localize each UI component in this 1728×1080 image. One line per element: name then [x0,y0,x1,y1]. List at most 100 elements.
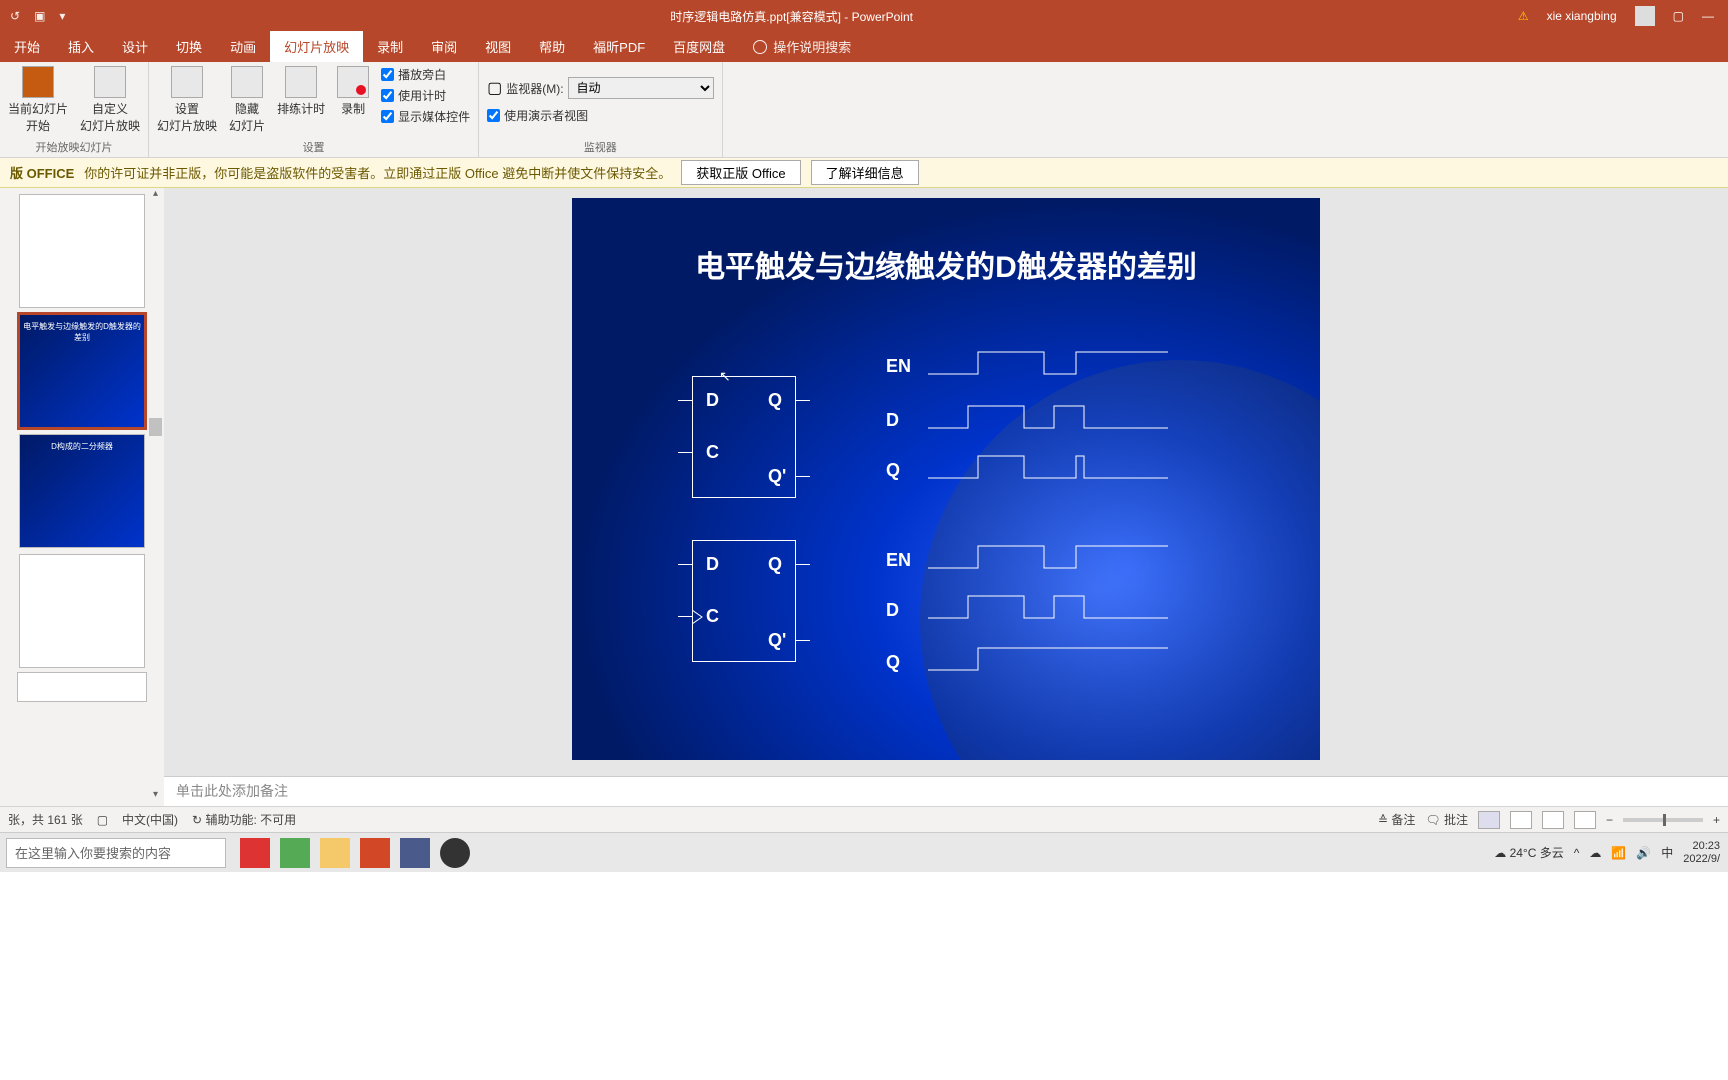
file-explorer-icon[interactable] [320,838,350,868]
thumbnail-slide-current[interactable] [19,314,145,428]
taskbar-app-icon[interactable] [240,838,270,868]
tab-insert[interactable]: 插入 [54,31,108,62]
taskbar-app-icon[interactable] [400,838,430,868]
license-warning-icon[interactable]: ⚠ [1518,9,1529,23]
wire [678,452,692,453]
volume-icon[interactable]: 🔊 [1636,846,1651,860]
ribbon-display-icon[interactable]: ▢ [1673,9,1684,23]
tab-baidu[interactable]: 百度网盘 [659,31,739,62]
custom-slideshow-button[interactable]: 自定义 幻灯片放映 [80,66,140,134]
play-narrations-checkbox[interactable]: 播放旁白 [381,66,470,83]
quick-access-toolbar: ↺ ▣ ▾ [0,9,65,23]
slide-editor: 电平触发与边缘触发的D触发器的差别 ↖ D C Q Q' D C Q Q' [164,188,1728,806]
wire [678,564,692,565]
wire [678,616,692,617]
thumbnail-slide-next3[interactable] [17,672,147,702]
wave-d-label: D [886,410,899,431]
pin-c-label: C [706,442,719,463]
zoom-slider[interactable] [1623,818,1703,822]
tell-me-search[interactable]: 操作说明搜索 [739,31,865,62]
thumbnail-slide-next2[interactable] [19,554,145,668]
tab-view[interactable]: 视图 [471,31,525,62]
tab-transition[interactable]: 切换 [162,31,216,62]
scroll-down-icon[interactable]: ▾ [147,789,164,806]
custom-slideshow-icon [94,66,126,98]
minimize-icon[interactable]: — [1702,9,1714,23]
use-timings-checkbox[interactable]: 使用计时 [381,87,470,104]
spellcheck-icon[interactable]: ▢ [97,813,108,827]
group-monitor-label: 监视器 [487,139,713,155]
clock[interactable]: 20:23 2022/9/ [1683,840,1720,864]
pin-qn-label: Q' [768,630,786,651]
monitor-icon: ▢ [487,78,502,98]
accessibility-status[interactable]: ↻ 辅助功能: 不可用 [192,811,296,828]
zoom-in-button[interactable]: + [1713,813,1720,827]
title-bar: ↺ ▣ ▾ 时序逻辑电路仿真.ppt[兼容模式] - PowerPoint ⚠ … [0,0,1728,32]
thumbnail-scrollbar[interactable]: ▴ ▾ [147,188,164,806]
ime-indicator[interactable]: 中 [1661,844,1673,861]
start-slideshow-icon[interactable]: ▣ [34,9,45,23]
tab-foxit[interactable]: 福昕PDF [579,31,659,62]
waveform-d1 [928,404,1168,435]
taskbar-app-icon[interactable] [440,838,470,868]
language-status[interactable]: 中文(中国) [122,811,178,828]
record-slideshow-button[interactable]: 录制 [337,66,369,117]
undo-icon[interactable]: ↺ [10,9,20,23]
hide-slide-button[interactable]: 隐藏 幻灯片 [229,66,265,134]
notes-toggle[interactable]: ≙ 备注 [1378,811,1415,828]
avatar[interactable] [1635,6,1655,26]
wave-d-label: D [886,600,899,621]
wave-q-label: Q [886,460,900,481]
qat-dropdown-icon[interactable]: ▾ [59,9,65,23]
powerpoint-icon[interactable] [360,838,390,868]
tab-help[interactable]: 帮助 [525,31,579,62]
show-media-controls-checkbox[interactable]: 显示媒体控件 [381,108,470,125]
tab-review[interactable]: 审阅 [417,31,471,62]
waveform-en2 [928,544,1168,575]
pin-c-label: C [706,606,719,627]
slide-sorter-button[interactable] [1510,811,1532,829]
taskbar-app-icon[interactable] [280,838,310,868]
pin-q-label: Q [768,554,782,575]
learn-more-button[interactable]: 了解详细信息 [811,160,919,185]
bulb-icon [753,40,767,54]
thumbnail-slide-next1[interactable] [19,434,145,548]
tab-record[interactable]: 录制 [363,31,417,62]
tab-design[interactable]: 设计 [108,31,162,62]
pin-d-label: D [706,554,719,575]
weather-widget[interactable]: ☁ 24°C 多云 [1494,844,1564,861]
slideshow-view-button[interactable] [1574,811,1596,829]
from-current-slide-button[interactable]: 当前幻灯片 开始 [8,66,68,134]
user-name[interactable]: xie xiangbing [1547,9,1617,23]
tab-animation[interactable]: 动画 [216,31,270,62]
onedrive-icon[interactable]: ☁ [1589,846,1601,860]
windows-search-input[interactable]: 在这里输入你要搜索的内容 [6,838,226,868]
normal-view-button[interactable] [1478,811,1500,829]
main-area: ▴ ▾ 电平触发与边缘触发的D触发器的差别 ↖ D C Q Q' [0,188,1728,806]
presenter-view-checkbox[interactable]: 使用演示者视图 [487,107,588,124]
get-genuine-button[interactable]: 获取正版 Office [681,160,800,185]
status-bar: 张，共 161 张 ▢ 中文(中国) ↻ 辅助功能: 不可用 ≙ 备注 🗨 批注… [0,806,1728,832]
comments-toggle[interactable]: 🗨 批注 [1425,811,1468,828]
slide-thumbnail-panel[interactable]: ▴ ▾ [0,188,164,806]
slide-title: 电平触发与边缘触发的D触发器的差别 [572,198,1320,286]
scroll-up-icon[interactable]: ▴ [147,188,164,205]
notes-pane[interactable]: 单击此处添加备注 [164,776,1728,806]
slide[interactable]: 电平触发与边缘触发的D触发器的差别 ↖ D C Q Q' D C Q Q' [572,198,1320,760]
reading-view-button[interactable] [1542,811,1564,829]
setup-slideshow-button[interactable]: 设置 幻灯片放映 [157,66,217,134]
monitor-select[interactable]: 自动 [568,77,714,99]
tab-start[interactable]: 开始 [0,31,54,62]
scroll-thumb[interactable] [149,418,162,436]
pin-q-label: Q [768,390,782,411]
warning-message: 你的许可证并非正版，你可能是盗版软件的受害者。立即通过正版 Office 避免中… [84,163,671,182]
zoom-out-button[interactable]: − [1606,813,1613,827]
rehearse-timings-button[interactable]: 排练计时 [277,66,325,117]
rehearse-icon [285,66,317,98]
thumbnail-slide-prev1[interactable] [19,194,145,308]
tray-chevron-icon[interactable]: ^ [1574,846,1580,860]
wifi-icon[interactable]: 📶 [1611,846,1626,860]
wire [796,476,810,477]
tab-slideshow[interactable]: 幻灯片放映 [270,31,363,62]
ribbon-content: 当前幻灯片 开始 自定义 幻灯片放映 开始放映幻灯片 设置 幻灯片放映 隐藏 幻… [0,62,1728,158]
